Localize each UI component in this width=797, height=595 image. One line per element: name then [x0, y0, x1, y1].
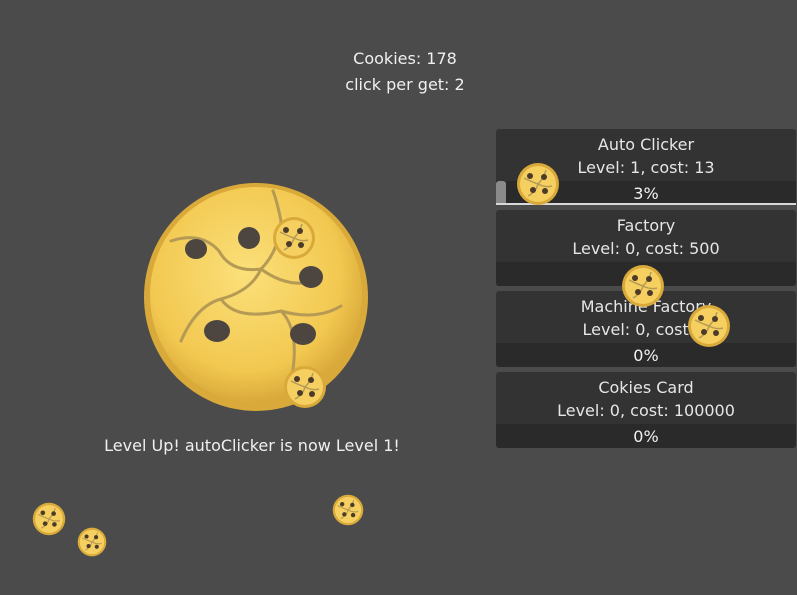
click-per-get-label: click per get: 2 [345, 75, 465, 94]
mini-cookie-icon [283, 365, 327, 409]
mini-cookie-icon [621, 264, 665, 308]
shop-item-name: Auto Clicker [597, 135, 695, 154]
progress-text: 0% [633, 346, 659, 365]
shop-item-cookies-card[interactable]: Cokies Card Level: 0, cost: 100000 0% [496, 372, 796, 448]
mini-cookie-icon [32, 502, 66, 536]
shop-item-info: Level: 0, cost: 1 [582, 320, 710, 339]
mini-cookie-icon [332, 494, 364, 526]
shop-item-info: Level: 0, cost: 100000 [557, 401, 735, 420]
shop-item-name: Cokies Card [598, 378, 694, 397]
mini-cookie-icon [687, 304, 731, 348]
level-up-message: Level Up! autoClicker is now Level 1! [104, 436, 400, 455]
cookie-counter: Cookies: 178 [353, 49, 457, 68]
shop-item-name: Factory [616, 216, 676, 235]
big-cookie-button[interactable] [141, 181, 371, 417]
cookie-body [150, 187, 362, 403]
mini-cookie-icon [516, 162, 560, 206]
progress-text: 0% [633, 427, 659, 446]
shop-item-info: Level: 0, cost: 500 [572, 239, 720, 258]
mini-cookie-icon [272, 216, 316, 260]
mini-cookie-icon [77, 527, 107, 557]
shop-item-progress: 0% [496, 424, 796, 448]
shop-item-progress: 0% [496, 343, 796, 367]
game-screen: Cookies: 178 click per get: 2 Level Up! … [0, 0, 797, 595]
